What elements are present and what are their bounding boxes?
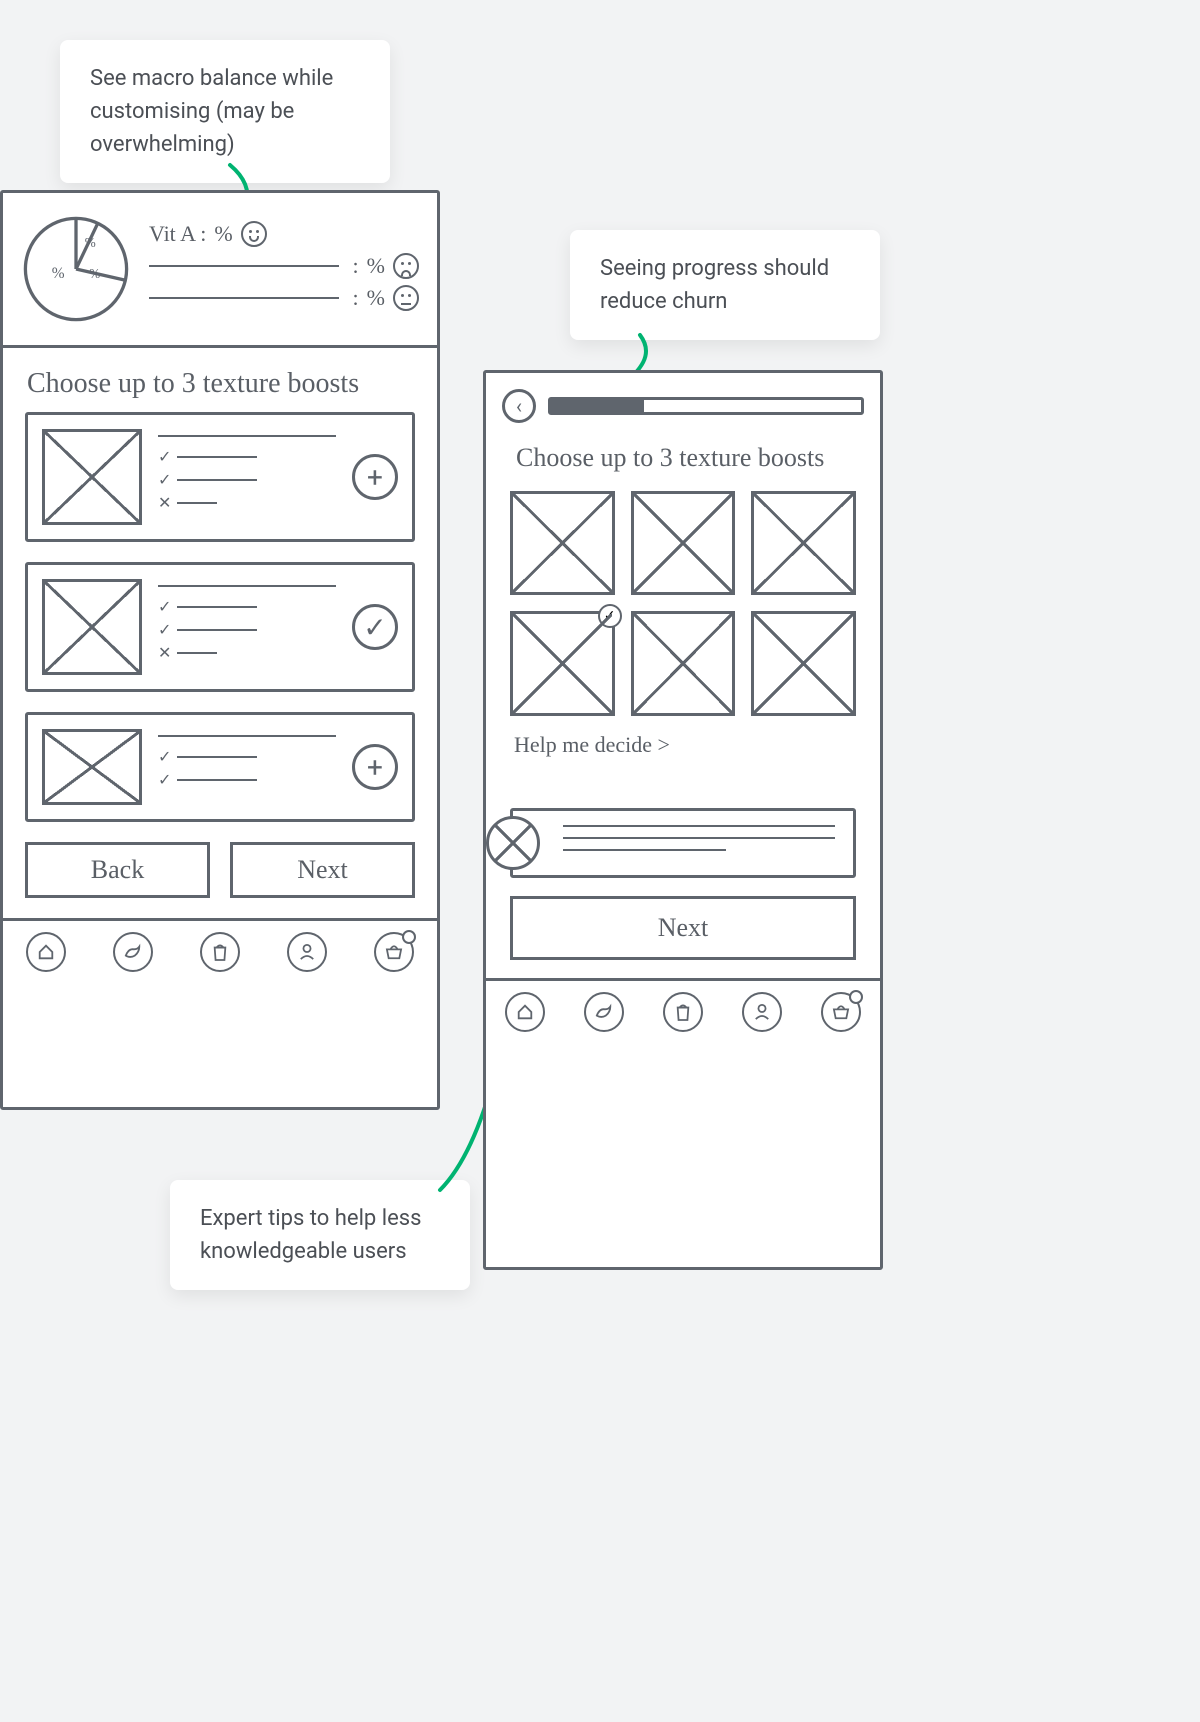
next-button[interactable]: Next <box>510 896 856 960</box>
page-title: Choose up to 3 texture boosts <box>486 431 880 481</box>
next-button[interactable]: Next <box>230 842 415 898</box>
option-tile[interactable] <box>510 491 615 596</box>
annotation-text: See macro balance while customising (may… <box>90 66 333 157</box>
vit-label: Vit A : <box>149 221 206 247</box>
basket-icon[interactable] <box>821 992 861 1032</box>
pie-chart: % % % <box>21 214 131 324</box>
annotation-text: Seeing progress should reduce churn <box>600 256 829 314</box>
svg-text:%: % <box>52 265 65 282</box>
svg-text:%: % <box>85 235 96 250</box>
help-me-decide-link[interactable]: Help me decide > <box>486 726 880 768</box>
face-neutral-icon <box>393 285 419 311</box>
face-sad-icon <box>393 253 419 279</box>
option-card[interactable]: ✓ ✓ ✕ + <box>25 412 415 542</box>
card-description: ✓ ✓ ✕ <box>158 429 336 525</box>
add-button[interactable]: + <box>352 454 398 500</box>
bird-icon[interactable] <box>584 992 624 1032</box>
selected-check-button[interactable]: ✓ <box>352 604 398 650</box>
food-bag-icon[interactable] <box>663 992 703 1032</box>
profile-icon[interactable] <box>742 992 782 1032</box>
home-icon[interactable] <box>26 932 66 972</box>
option-tile[interactable] <box>751 491 856 596</box>
vitamin-list: Vit A : % : % : % <box>149 221 419 317</box>
macro-balance-panel: % % % Vit A : % : % : % <box>3 193 437 348</box>
add-button[interactable]: + <box>352 744 398 790</box>
home-icon[interactable] <box>505 992 545 1032</box>
bottom-nav <box>3 918 437 982</box>
wireframe-right: ‹ Choose up to 3 texture boosts ✓ Help m… <box>483 370 883 1270</box>
back-button[interactable]: Back <box>25 842 210 898</box>
page-title: Choose up to 3 texture boosts <box>3 348 437 412</box>
option-tile-selected[interactable]: ✓ <box>510 611 615 716</box>
close-tip-icon[interactable] <box>486 816 540 870</box>
option-tile[interactable] <box>631 611 736 716</box>
option-card[interactable]: ✓ ✓ + <box>25 712 415 822</box>
annotation-expert-tips: Expert tips to help less knowledgeable u… <box>170 1180 470 1290</box>
progress-bar <box>548 397 864 415</box>
progress-fill <box>551 400 644 412</box>
wireframe-left: % % % Vit A : % : % : % Choose up to 3 t… <box>0 190 440 1110</box>
vit-pct: % <box>367 285 385 311</box>
bird-icon[interactable] <box>113 932 153 972</box>
annotation-text: Expert tips to help less knowledgeable u… <box>200 1206 421 1264</box>
tick-icon: ✓ <box>598 604 622 628</box>
option-card[interactable]: ✓ ✓ ✕ ✓ <box>25 562 415 692</box>
option-tile[interactable] <box>751 611 856 716</box>
options-grid: ✓ <box>486 481 880 726</box>
basket-icon[interactable] <box>374 932 414 972</box>
vit-pct: % <box>214 221 232 247</box>
card-description: ✓ ✓ <box>158 729 336 805</box>
face-happy-icon <box>241 221 267 247</box>
image-placeholder-icon <box>42 579 142 675</box>
back-chevron-icon[interactable]: ‹ <box>502 389 536 423</box>
option-tile[interactable] <box>631 491 736 596</box>
bottom-nav <box>486 978 880 1042</box>
image-placeholder-icon <box>42 429 142 525</box>
expert-tip-box <box>510 808 856 878</box>
annotation-macro-balance: See macro balance while customising (may… <box>60 40 390 183</box>
svg-text:%: % <box>89 266 100 281</box>
annotation-progress: Seeing progress should reduce churn <box>570 230 880 340</box>
image-placeholder-icon <box>42 729 142 805</box>
vit-pct: % <box>367 253 385 279</box>
card-description: ✓ ✓ ✕ <box>158 579 336 675</box>
food-bag-icon[interactable] <box>200 932 240 972</box>
profile-icon[interactable] <box>287 932 327 972</box>
